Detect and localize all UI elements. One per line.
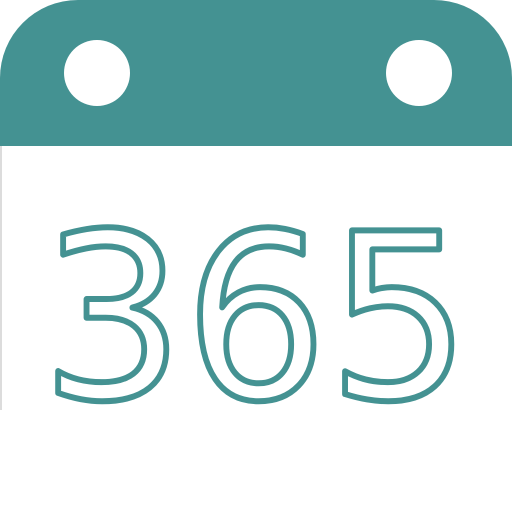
binder-ring-hole-right	[386, 40, 452, 106]
calendar-header	[0, 0, 512, 146]
day-count-display: 365	[38, 218, 474, 418]
day-count-text: 365	[41, 218, 471, 418]
binder-ring-hole-left	[64, 40, 130, 106]
calendar-app-icon[interactable]: 365	[0, 0, 512, 512]
